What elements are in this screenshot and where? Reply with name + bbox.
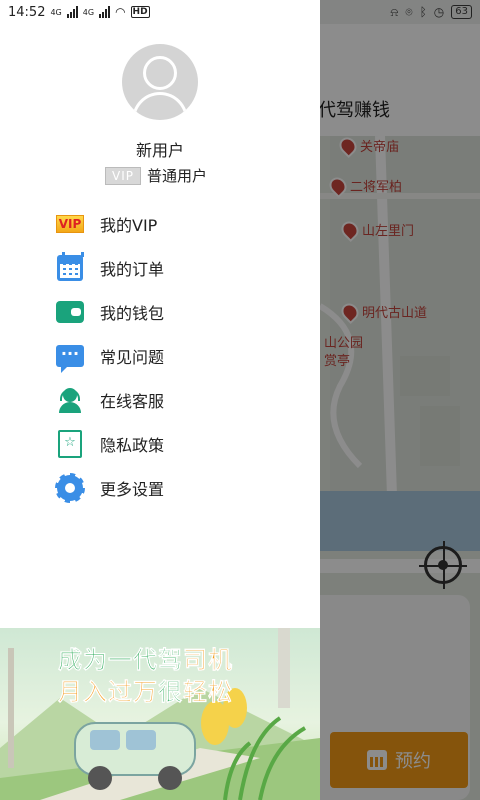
- driver-recruit-banner[interactable]: 成为一代驾司机 月入过万很轻松: [0, 628, 320, 800]
- menu-item-label: 隐私政策: [100, 436, 165, 455]
- avatar-body-shape: [132, 92, 188, 120]
- user-name: 新用户: [135, 141, 184, 160]
- navigation-drawer: 新用户 VIP 普通用户 VIP 我的VIP 我的订单 我的钱包 常见问题 在线…: [0, 0, 320, 800]
- hd-voice-icon: HD: [130, 6, 150, 18]
- status-time: 14:52: [8, 4, 46, 20]
- status-bar-right: ⍾ ⌾ ᛒ ◷ 63: [390, 5, 472, 20]
- menu-item-my-orders[interactable]: 我的订单: [0, 246, 320, 290]
- avatar[interactable]: [122, 44, 198, 120]
- privacy-book-icon: ☆: [58, 430, 82, 458]
- signal-icon: [66, 6, 78, 18]
- menu-item-label: 我的订单: [100, 260, 165, 279]
- banner-text: 司机: [183, 646, 233, 675]
- chat-bubble-icon: [56, 345, 84, 373]
- banner-headline-1: 成为一代驾司机: [58, 640, 233, 675]
- alarm-icon: ◷: [433, 5, 445, 19]
- banner-text: 很: [158, 678, 183, 707]
- user-level: VIP 普通用户: [105, 165, 207, 186]
- menu-item-online-support[interactable]: 在线客服: [0, 378, 320, 422]
- vip-icon: VIP: [56, 215, 84, 233]
- banner-text: 轻松: [183, 678, 233, 707]
- vip-badge: VIP: [105, 166, 141, 185]
- battery-icon: 63: [451, 5, 472, 19]
- wifi-icon: ◠: [115, 5, 126, 19]
- mute-bell-icon: ⍾: [390, 4, 399, 19]
- banner-text: 成为一代驾: [58, 646, 183, 675]
- bluetooth-icon: ᛒ: [419, 5, 427, 19]
- menu-item-label: 我的VIP: [100, 216, 158, 235]
- menu-item-label: 在线客服: [100, 392, 165, 411]
- status-bar: 14:52 4G 4G ◠ HD ⍾ ⌾ ᛒ ◷ 63: [0, 0, 480, 24]
- menu-item-more-settings[interactable]: 更多设置: [0, 466, 320, 510]
- customer-service-icon: [57, 387, 83, 413]
- user-level-text: 普通用户: [147, 167, 208, 185]
- gear-icon: [55, 473, 85, 503]
- menu-item-label: 更多设置: [100, 480, 165, 499]
- banner-headline-2: 月入过万很轻松: [58, 672, 233, 707]
- drawer-menu: VIP 我的VIP 我的订单 我的钱包 常见问题 在线客服 ☆ 隐私政策 更多设…: [0, 202, 320, 510]
- menu-item-privacy-policy[interactable]: ☆ 隐私政策: [0, 422, 320, 466]
- avatar-head-shape: [143, 56, 177, 90]
- wallet-icon: [56, 301, 84, 323]
- location-icon: ⌾: [405, 4, 413, 19]
- menu-item-faq[interactable]: 常见问题: [0, 334, 320, 378]
- network-type-label: 4G: [82, 7, 95, 17]
- status-bar-left: 14:52 4G 4G ◠ HD: [8, 5, 150, 20]
- menu-item-my-vip[interactable]: VIP 我的VIP: [0, 202, 320, 246]
- calendar-icon: [57, 252, 84, 281]
- network-type-label: 4G: [50, 7, 62, 17]
- menu-item-label: 我的钱包: [100, 304, 165, 323]
- menu-item-my-wallet[interactable]: 我的钱包: [0, 290, 320, 334]
- banner-text: 月入过万: [58, 678, 158, 707]
- signal-icon: [99, 6, 111, 18]
- menu-item-label: 常见问题: [100, 348, 165, 367]
